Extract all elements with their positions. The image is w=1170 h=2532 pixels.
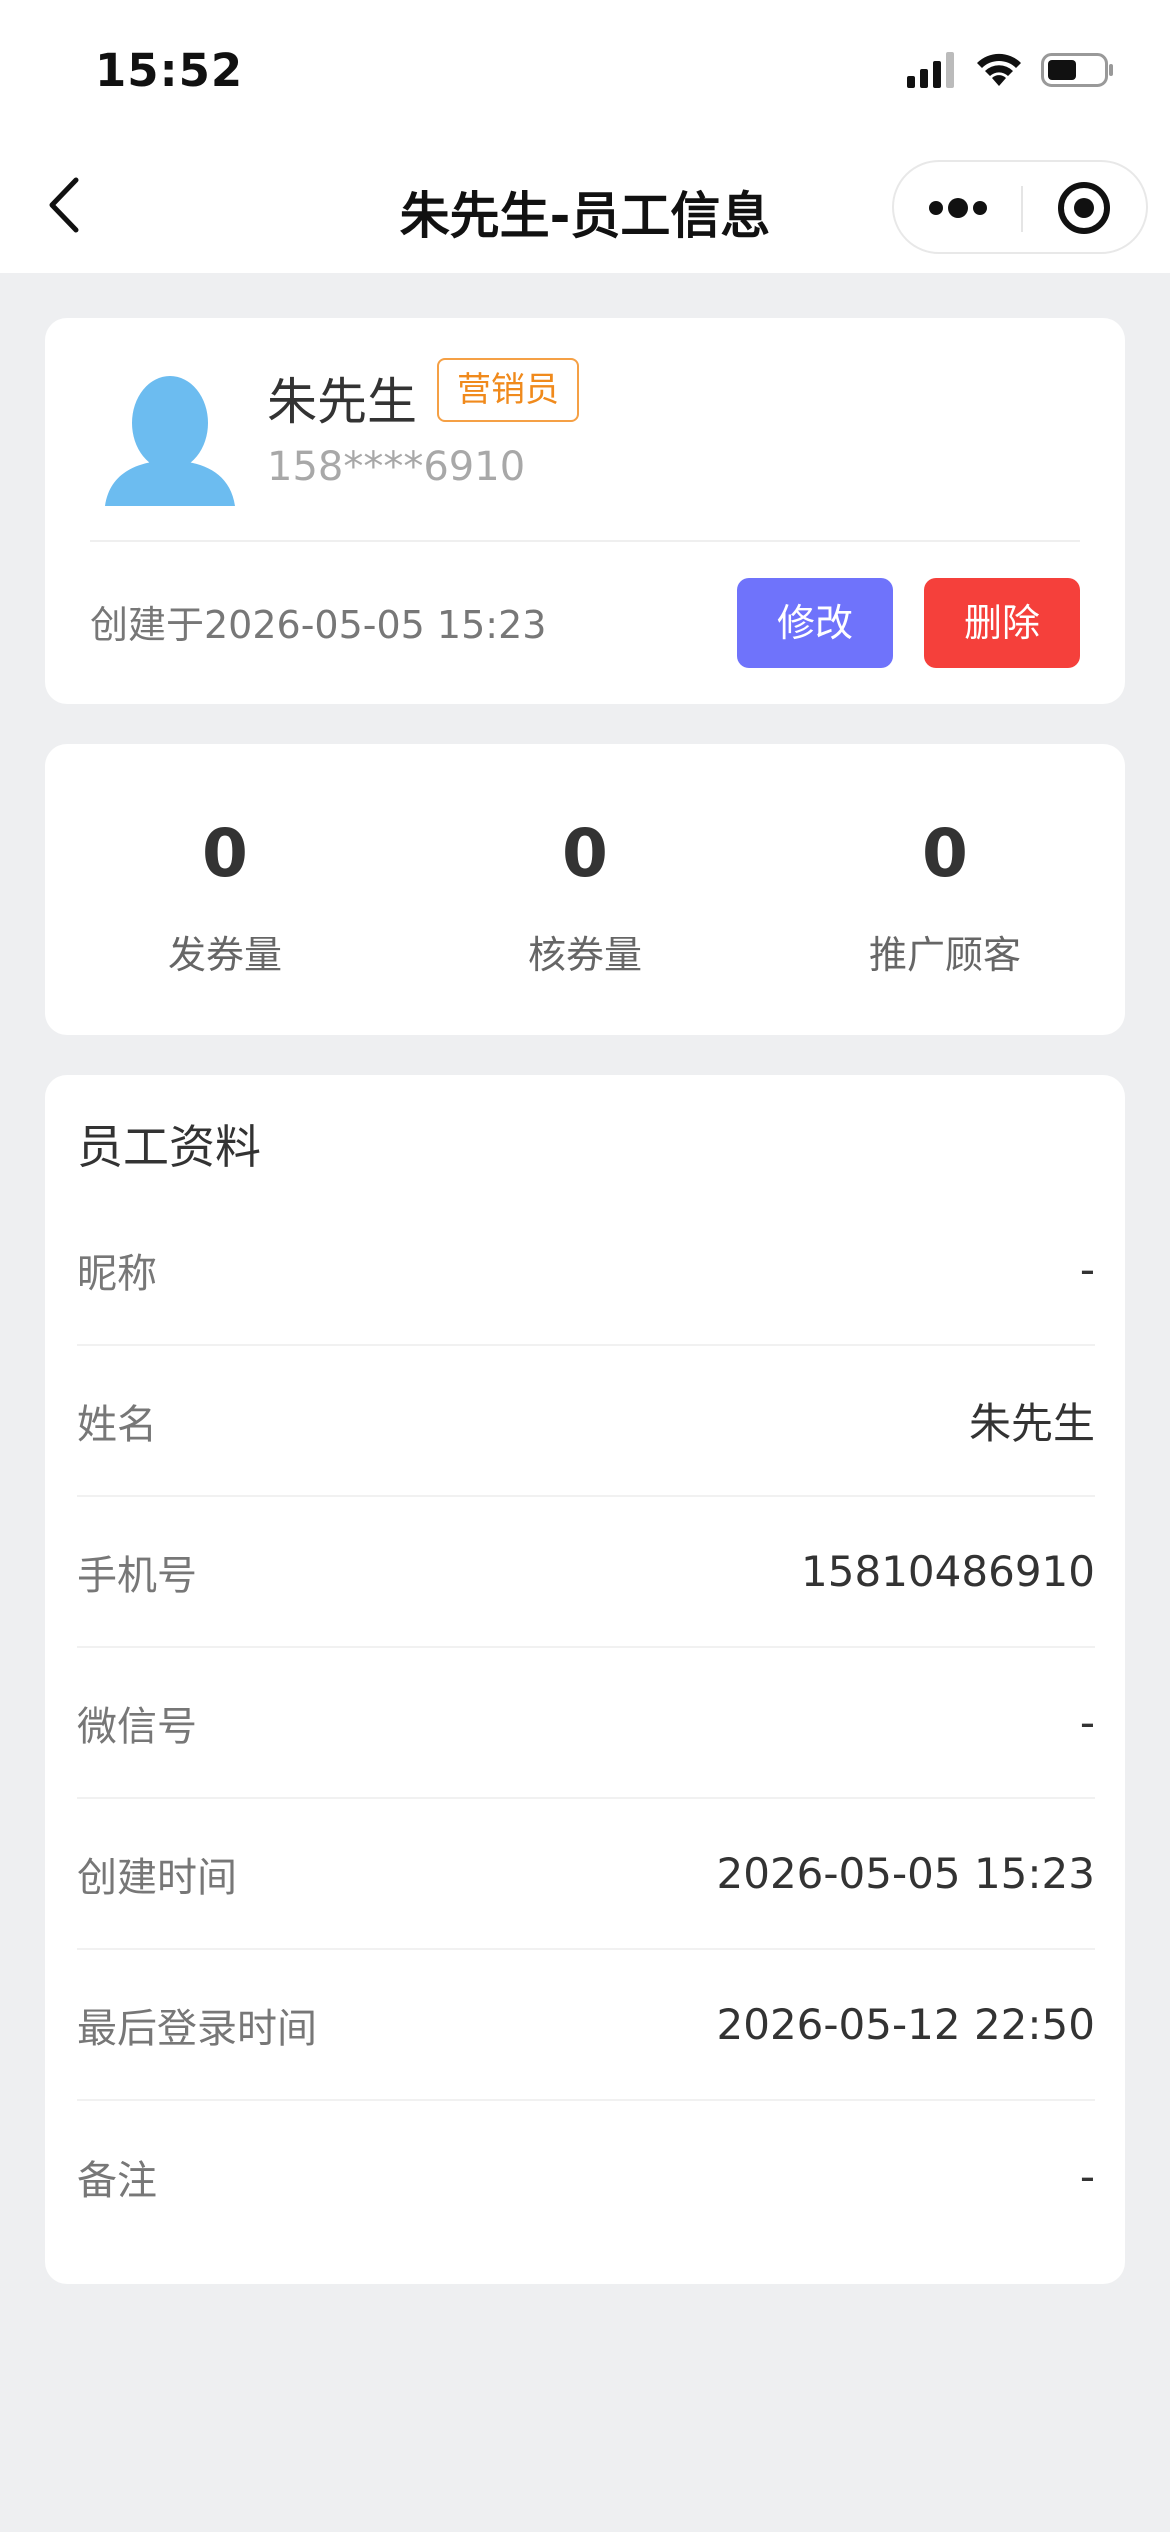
stat-value: 0 — [562, 815, 608, 892]
row-label: 手机号 — [77, 1552, 197, 1599]
row-label: 姓名 — [77, 1401, 157, 1448]
row-value: 2026-05-05 15:23 — [716, 1849, 1095, 1898]
info-row-last-login: 最后登录时间 2026-05-12 22:50 — [77, 1950, 1095, 2101]
miniprogram-capsule — [892, 160, 1148, 254]
cellular-signal-icon — [907, 52, 954, 88]
row-value: - — [1079, 1698, 1095, 1747]
stat-value: 0 — [922, 815, 968, 892]
info-row-created-time: 创建时间 2026-05-05 15:23 — [77, 1799, 1095, 1950]
row-value: 15810486910 — [801, 1547, 1095, 1596]
stat-coupons-issued: 0 发券量 — [45, 814, 405, 979]
avatar — [105, 376, 235, 506]
row-label: 创建时间 — [77, 1854, 237, 1901]
row-label: 昵称 — [77, 1250, 157, 1297]
status-icons — [907, 52, 1115, 88]
stats-card: 0 发券量 0 核券量 0 推广顾客 — [45, 744, 1125, 1035]
status-time: 15:52 — [95, 44, 244, 97]
employee-phone-masked: 158****6910 — [267, 444, 526, 490]
stat-value: 0 — [202, 815, 248, 892]
row-label: 微信号 — [77, 1703, 197, 1750]
employee-info-card: 员工资料 昵称 - 姓名 朱先生 手机号 15810486910 微信号 - 创… — [45, 1075, 1125, 2284]
created-time: 创建于2026-05-05 15:23 — [90, 603, 547, 647]
close-miniprogram-button[interactable] — [1023, 162, 1148, 254]
wifi-icon — [977, 53, 1021, 86]
divider — [90, 540, 1080, 542]
row-label: 备注 — [77, 2157, 157, 2204]
info-row-wechat: 微信号 - — [77, 1648, 1095, 1799]
stat-label: 发券量 — [167, 933, 282, 977]
info-row-nickname: 昵称 - — [77, 1195, 1095, 1346]
profile-card: 朱先生 营销员 158****6910 创建于2026-05-05 15:23 … — [45, 318, 1125, 704]
delete-button[interactable]: 删除 — [924, 578, 1080, 668]
row-value: 朱先生 — [968, 1399, 1095, 1448]
row-value: - — [1079, 2152, 1095, 2201]
stat-label: 核券量 — [527, 933, 642, 977]
row-value: 2026-05-12 22:50 — [716, 2000, 1095, 2049]
info-list: 昵称 - 姓名 朱先生 手机号 15810486910 微信号 - 创建时间 2… — [77, 1195, 1095, 2252]
top-bar: 15:52 朱先生-员工信息 — [0, 0, 1170, 273]
section-title: 员工资料 — [77, 1120, 261, 1174]
stat-coupons-redeemed: 0 核券量 — [405, 814, 765, 979]
target-circle-icon — [1058, 182, 1110, 234]
info-row-name: 姓名 朱先生 — [77, 1346, 1095, 1497]
stat-referred-customers: 0 推广顾客 — [765, 814, 1125, 979]
row-label: 最后登录时间 — [77, 2005, 317, 2052]
info-row-phone: 手机号 15810486910 — [77, 1497, 1095, 1648]
role-badge: 营销员 — [437, 358, 579, 422]
more-button[interactable] — [894, 162, 1020, 254]
edit-button[interactable]: 修改 — [737, 578, 893, 668]
more-dots-icon — [929, 198, 987, 218]
battery-icon — [1041, 53, 1113, 87]
employee-name: 朱先生 — [267, 373, 417, 431]
row-value: - — [1079, 1245, 1095, 1294]
info-row-remark: 备注 - — [77, 2101, 1095, 2252]
stat-label: 推广顾客 — [868, 933, 1021, 977]
